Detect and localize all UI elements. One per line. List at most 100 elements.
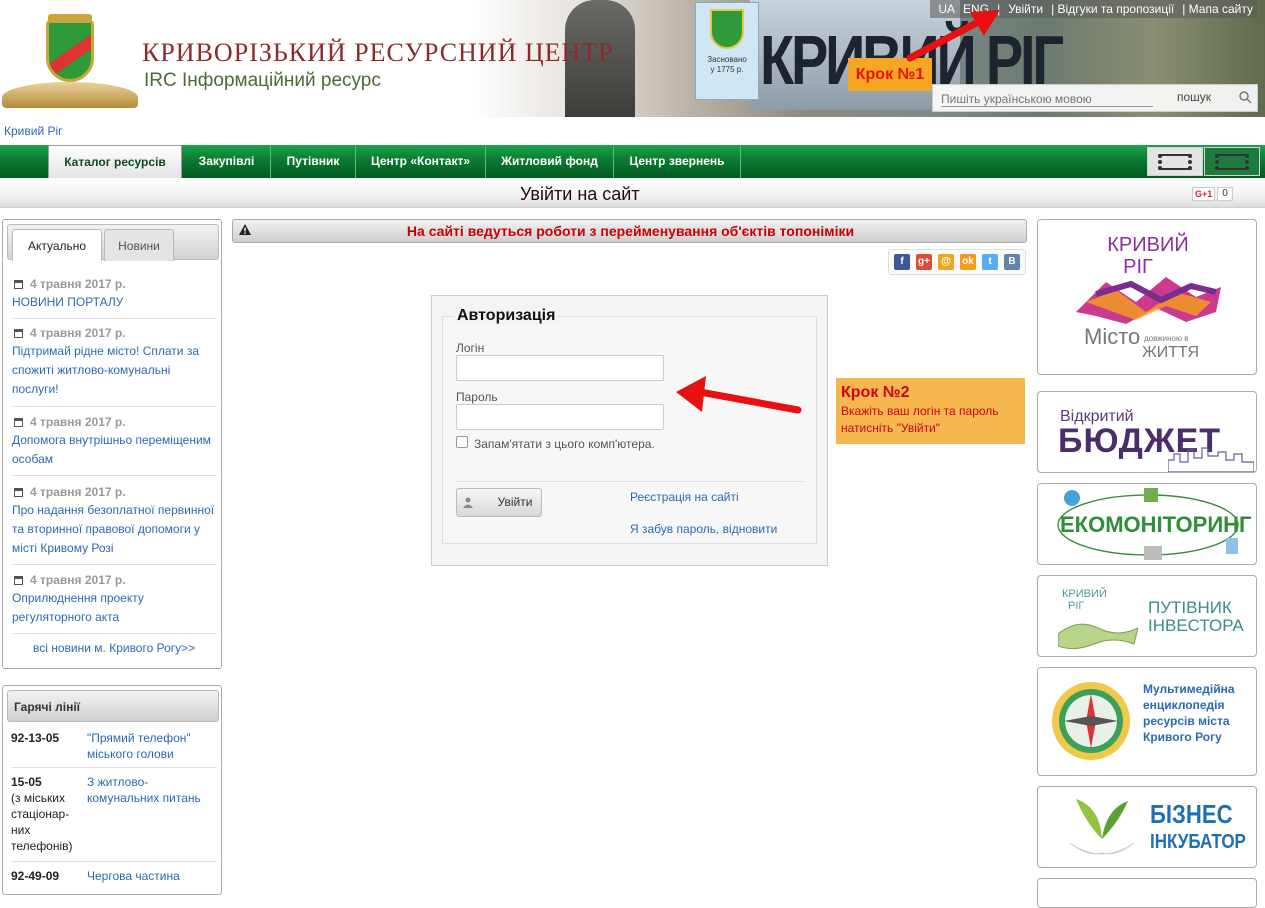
login-input[interactable] [456,355,664,381]
step2-title: Крок №2 [841,384,910,401]
news-item: 4 травня 2017 р. Оприлюднення проекту ре… [12,571,217,634]
nav-appeals-center[interactable]: Центр звернень [614,145,741,178]
founded-caption: Засновано у 1775 р. [707,55,747,74]
hotline-desc[interactable]: З житлово-комунальних питань [87,774,215,806]
open-budget-banner[interactable]: Відкритий БЮДЖЕТ [1037,391,1257,473]
nav-contact-center[interactable]: Центр «Контакт» [356,145,486,178]
nav-resource-catalog[interactable]: Каталог ресурсів [48,145,182,178]
search-icon[interactable] [1237,89,1255,107]
register-link[interactable]: Реєстрація на сайті [630,490,739,504]
login-panel: Авторизація Логін Пароль Запам'ятати з ц… [431,295,828,566]
news-tabs: Актуально Новини [7,224,219,261]
compass-icon [1052,682,1130,760]
business-incubator-banner[interactable]: БІЗНЕС ІНКУБАТОР [1037,786,1257,868]
forgot-password-link[interactable]: Я забув пароль, відновити [630,522,777,536]
site-title[interactable]: КРИВОРІЗЬКИЙ РЕСУРСНИЙ ЦЕНТР [142,38,614,68]
eco-banner-label: ЕКОМОНІТОРИНГ [1060,512,1252,537]
site-header: КРИВИЙ РІГ Засновано у 1775 р. КРИВОРІЗЬ… [0,0,1265,117]
film-strip-icon[interactable] [1147,147,1203,176]
vkontakte-icon[interactable]: B [1004,254,1020,270]
news-link[interactable]: Допомога внутрішньо переміщеним особам [12,431,217,469]
city-banner[interactable]: КРИВИЙ РІГ Місто довжиною в ЖИТТЯ [1037,219,1257,375]
hotlines-title: Гарячі лінії [7,690,219,722]
news-link[interactable]: Оприлюднення проекту регуляторного акта [12,589,217,627]
news-date: 4 травня 2017 р. [30,415,126,429]
header-coat-of-arms-banner: Засновано у 1775 р. [695,2,759,100]
notice-text: На сайті ведуться роботи з перейменуванн… [406,223,855,239]
next-banner[interactable] [1037,878,1257,908]
odnoklassniki-icon[interactable]: ok [960,254,976,270]
news-panel: Актуально Новини 4 травня 2017 р. НОВИНИ… [2,219,222,669]
gplus-button[interactable]: G+1 [1192,186,1216,201]
encyclopedia-banner-text: Мультимедійна енциклопедія ресурсів міст… [1143,682,1235,744]
hotlines-panel: Гарячі лінії 92-13-05 "Прямий телефон" м… [2,685,222,895]
hotline-note: (з міських стаціонар-них телефонів) [11,791,73,853]
news-item: 4 травня 2017 р. Допомога внутрішньо пер… [12,413,217,476]
city-shield-icon [46,20,94,82]
password-input[interactable] [456,404,664,430]
site-logo[interactable] [2,14,138,110]
sprout-hands-icon [1069,799,1135,855]
news-link[interactable]: Про надання безоплатної первинної та вто… [12,501,217,558]
mail-icon[interactable]: @ [938,254,954,270]
login-link[interactable]: Увійти [1004,2,1047,16]
facebook-icon[interactable]: f [894,254,910,270]
film-strip-icon[interactable] [1204,147,1260,176]
calendar-icon [14,575,23,585]
share-buttons: f g+ @ ok t B [888,249,1026,275]
investor-banner-line1: ПУТІВНИК [1148,598,1232,617]
city-skyline-icon [1168,447,1254,472]
hotline-row: 92-49-09 Чергова частина [11,868,217,898]
investor-banner-city1: КРИВИЙ [1062,588,1107,600]
twitter-icon[interactable]: t [982,254,998,270]
calendar-icon [14,417,23,427]
investor-guide-banner[interactable]: КРИВИЙ РІГ ПУТІВНИК ІНВЕСТОРА [1037,575,1257,657]
feedback-link[interactable]: | Відгуки та пропозиції [1047,2,1178,16]
encyclopedia-banner[interactable]: Мультимедійна енциклопедія ресурсів міст… [1037,667,1257,776]
nav-procurement[interactable]: Закупівлі [183,145,271,178]
hotline-desc[interactable]: "Прямий телефон" міського голови [87,730,215,762]
form-divider [455,481,804,482]
hotline-desc[interactable]: Чергова частина [87,868,215,884]
gplus-count: 0 [1217,186,1233,201]
eco-monitoring-banner[interactable]: ЕКОМОНІТОРИНГ [1037,483,1257,565]
business-banner-line1: БІЗНЕС [1150,799,1233,829]
main-navigation: Каталог ресурсів Закупівлі Путівник Цент… [0,145,1265,178]
hotline-number: 15-05 [11,775,42,789]
city-link[interactable]: Кривий Ріг [4,124,63,138]
news-date: 4 травня 2017 р. [30,277,126,291]
news-link[interactable]: НОВИНИ ПОРТАЛУ [12,293,217,312]
search-input[interactable] [941,91,1153,107]
news-date: 4 травня 2017 р. [30,326,126,340]
step2-arrow-icon [676,376,802,414]
nav-housing-fund[interactable]: Житловий фонд [486,145,614,178]
step2-text: Вкажіть ваш логін та пароль натисніть "У… [841,404,999,435]
map-ribbon-icon [1058,623,1138,650]
login-submit-button[interactable]: Увійти [456,488,542,517]
tab-news[interactable]: Новини [104,229,174,261]
login-form-title: Авторизація [454,307,559,325]
step2-hint: Крок №2 Вкажіть ваш логін та пароль нати… [836,378,1025,444]
sitemap-link[interactable]: | Мапа сайту [1178,2,1257,16]
news-item: 4 травня 2017 р. НОВИНИ ПОРТАЛУ [12,275,217,319]
remember-checkbox[interactable] [456,436,468,448]
login-submit-label: Увійти [497,495,533,509]
google-plus-widget[interactable]: G+1 0 [1192,186,1233,201]
coat-of-arms-icon [710,9,744,49]
login-label: Логін [456,341,485,355]
news-link[interactable]: Підтримай рідне місто! Сплати за спожиті… [12,342,217,399]
nav-guide[interactable]: Путівник [271,145,356,178]
hotline-number-block: 15-05 (з міських стаціонар-них телефонів) [11,774,83,854]
search-button[interactable]: пошук [1177,90,1211,104]
user-icon [463,497,473,508]
search-box: пошук [932,84,1258,112]
login-form: Авторизація Логін Пароль Запам'ятати з ц… [442,307,817,544]
calendar-icon [14,279,23,289]
news-item: 4 травня 2017 р. Підтримай рідне місто! … [12,324,217,407]
investor-banner-line2: ІНВЕСТОРА [1148,616,1244,635]
hotline-number: 92-13-05 [11,731,60,745]
google-plus-icon[interactable]: g+ [916,254,932,270]
tab-actual[interactable]: Актуально [12,229,102,261]
city-ribbon-icon [1076,277,1221,324]
all-news-link[interactable]: всі новини м. Кривого Рогу>> [33,641,195,655]
